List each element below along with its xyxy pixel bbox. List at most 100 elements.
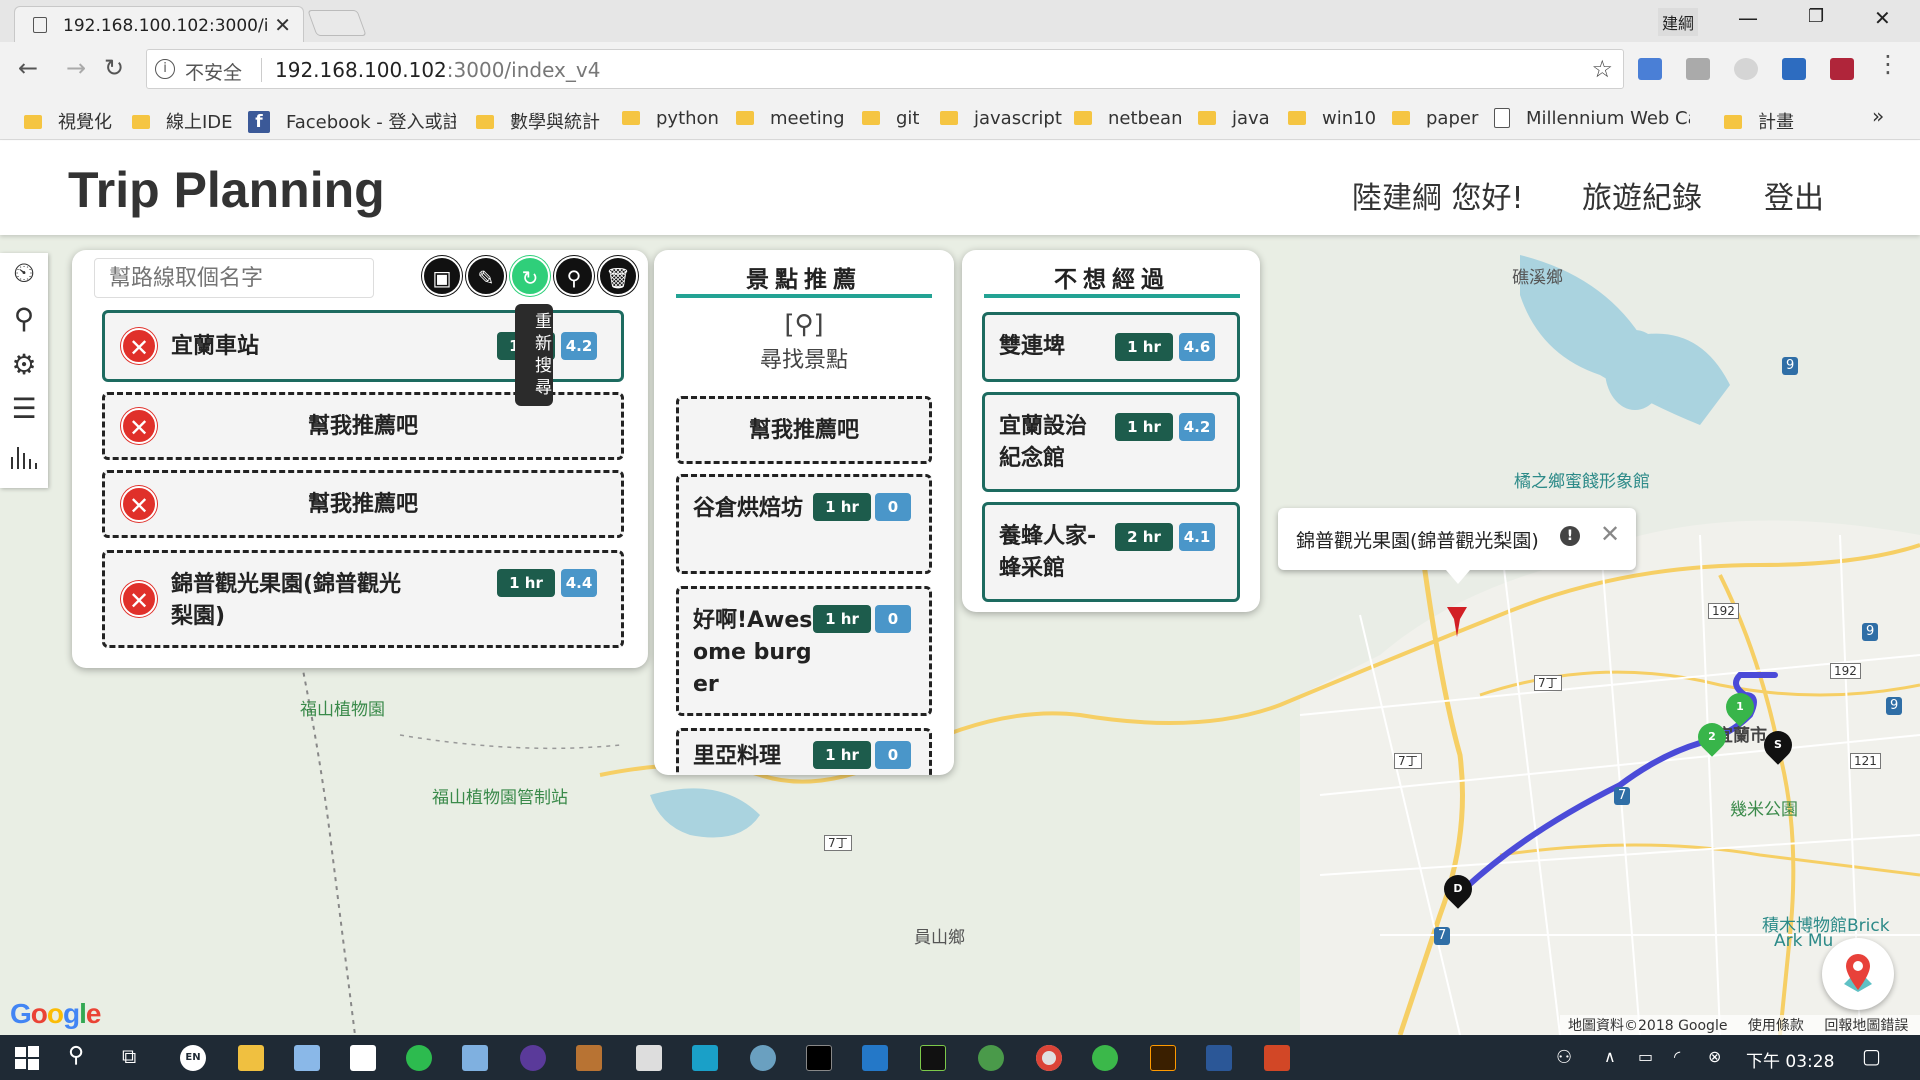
app-icon[interactable]	[462, 1045, 488, 1071]
bookmark-item[interactable]: 計畫	[1724, 108, 1794, 134]
wifi-icon[interactable]: ◜	[1674, 1047, 1680, 1066]
bookmark-item[interactable]: netbean	[1074, 108, 1182, 129]
task-view-icon[interactable]: ⧉	[122, 1044, 136, 1068]
bookmark-item[interactable]: python	[622, 108, 719, 129]
route-marker[interactable]: 1	[1720, 687, 1760, 727]
browser-tab[interactable]: 192.168.100.102:3000/i ✕	[14, 6, 304, 42]
bookmark-item[interactable]: meeting	[736, 108, 845, 129]
folder-icon	[940, 111, 958, 125]
app-icon[interactable]	[692, 1045, 718, 1071]
location-pin-button[interactable]	[1822, 938, 1894, 1010]
gear-icon[interactable]: ⚙	[8, 349, 40, 381]
bookmark-item[interactable]: 視覺化	[24, 108, 112, 134]
route-marker[interactable]: 2	[1692, 717, 1732, 757]
route-name-input[interactable]	[94, 258, 374, 298]
word-icon[interactable]	[1206, 1045, 1232, 1071]
recommend-item-card[interactable]: 谷倉烘焙坊 1 hr 0	[676, 474, 932, 574]
forward-icon[interactable]: →	[66, 54, 86, 82]
delete-button[interactable]: 🗑	[598, 256, 638, 296]
file-explorer-icon[interactable]	[238, 1045, 264, 1071]
search-button[interactable]: ⚲	[554, 256, 594, 296]
people-icon[interactable]: ⚇	[1556, 1047, 1572, 1068]
bookmark-item[interactable]: 線上IDE	[132, 108, 233, 134]
tab-close-button[interactable]: ✕	[274, 13, 291, 37]
clock[interactable]: 下午 03:28	[1746, 1047, 1834, 1072]
chat-icon[interactable]	[1092, 1045, 1118, 1071]
nav-history-link[interactable]: 旅遊紀錄	[1582, 173, 1702, 217]
map-pin-icon[interactable]: ⚲	[8, 303, 40, 335]
remove-stop-button[interactable]: ✕	[121, 581, 157, 617]
infowindow-close-button[interactable]: ✕	[1600, 520, 1620, 548]
route-stop-card[interactable]: ✕ 幫我推薦吧	[102, 470, 624, 538]
language-icon[interactable]: EN	[180, 1045, 206, 1071]
bookmark-item[interactable]: git	[862, 108, 919, 129]
app-brand[interactable]: Trip Planning	[68, 161, 385, 219]
notification-icon[interactable]: ▢	[1862, 1044, 1881, 1068]
search-icon[interactable]: ⚲	[68, 1043, 84, 1068]
profile-button[interactable]: 建綱	[1658, 8, 1699, 36]
remove-stop-button[interactable]: ✕	[121, 328, 157, 364]
refresh-button[interactable]: ↻	[510, 256, 550, 296]
report-error-link[interactable]: 回報地圖錯誤	[1824, 1018, 1908, 1034]
bookmark-item[interactable]: java	[1198, 108, 1270, 129]
list-icon[interactable]: ☰	[8, 393, 40, 425]
pycharm-icon[interactable]	[920, 1045, 946, 1071]
chevron-up-icon[interactable]: ∧	[1604, 1047, 1616, 1066]
recommend-item-card[interactable]: 好啊!Awesome burger 1 hr 0	[676, 586, 932, 716]
eclipse-icon[interactable]	[520, 1045, 546, 1071]
reader-extension-icon[interactable]	[1782, 58, 1806, 80]
app-icon[interactable]	[576, 1045, 602, 1071]
route-stop-card[interactable]: ✕ 錦普觀光果園(錦普觀光梨園) 1 hr 4.4	[102, 550, 624, 648]
clock-icon[interactable]: ⏲	[8, 257, 40, 289]
paint-icon[interactable]	[750, 1045, 776, 1071]
skip-item-card[interactable]: 雙連埤 1 hr 4.6	[982, 312, 1240, 382]
minimize-icon[interactable]: —	[1738, 6, 1758, 30]
bookmark-item[interactable]: f Facebook - 登入或註	[248, 108, 456, 134]
edit-button[interactable]: ✎	[466, 256, 506, 296]
bookmark-item[interactable]: Millennium Web Ca	[1494, 108, 1690, 130]
chrome-icon[interactable]	[1036, 1045, 1062, 1071]
skip-item-card[interactable]: 宜蘭設治紀念館 1 hr 4.2	[982, 392, 1240, 492]
maximize-icon[interactable]: ❐	[1808, 6, 1824, 27]
recommend-me-card[interactable]: 幫我推薦吧	[676, 396, 932, 464]
illustrator-icon[interactable]	[1150, 1045, 1176, 1071]
bar-chart-icon[interactable]	[8, 439, 40, 471]
back-icon[interactable]: ←	[18, 54, 38, 82]
reload-icon[interactable]: ↻	[104, 54, 124, 82]
more-bookmarks-icon[interactable]: »	[1872, 104, 1884, 128]
bookmark-item[interactable]: javascript	[940, 108, 1062, 129]
recommend-item-card[interactable]: 里亞料理 1 hr 0	[676, 728, 932, 775]
bookmark-item[interactable]: win10	[1288, 108, 1376, 129]
bookmark-star-icon[interactable]: ☆	[1591, 55, 1613, 83]
info-icon[interactable]: i	[155, 59, 175, 79]
battery-icon[interactable]: ▭	[1638, 1047, 1653, 1066]
browser-menu-icon[interactable]: ⋮	[1876, 50, 1900, 78]
save-button[interactable]: ▣	[422, 256, 462, 296]
extension-icon[interactable]	[1734, 58, 1758, 80]
volume-icon[interactable]: ⊗	[1708, 1047, 1721, 1066]
calculator-icon[interactable]	[636, 1045, 662, 1071]
windows-start-icon[interactable]	[14, 1045, 40, 1071]
app-icon[interactable]	[978, 1045, 1004, 1071]
terminal-icon[interactable]	[806, 1045, 832, 1071]
bookmark-item[interactable]: paper	[1392, 108, 1478, 129]
find-spot-button[interactable]: [⚲] 尋找景點	[654, 310, 954, 374]
skip-item-card[interactable]: 養蜂人家-蜂采館 2 hr 4.1	[982, 502, 1240, 602]
new-tab-button[interactable]	[307, 10, 367, 36]
mendeley-extension-icon[interactable]	[1830, 58, 1854, 80]
terms-link[interactable]: 使用條款	[1748, 1018, 1804, 1034]
bookmark-item[interactable]: 數學與統計	[476, 108, 600, 134]
close-window-icon[interactable]: ✕	[1874, 6, 1891, 30]
route-marker[interactable]: S	[1758, 725, 1798, 765]
address-bar[interactable]: i 不安全 192.168.100.102:3000/index_v4 ☆	[146, 49, 1624, 89]
translate-extension-icon[interactable]	[1638, 58, 1662, 80]
route-marker[interactable]: D	[1438, 869, 1478, 909]
nav-logout-link[interactable]: 登出	[1764, 173, 1824, 217]
powerpoint-icon[interactable]	[1264, 1045, 1290, 1071]
sticky-notes-icon[interactable]	[350, 1045, 376, 1071]
vscode-icon[interactable]	[862, 1045, 888, 1071]
extension-icon[interactable]	[1686, 58, 1710, 80]
app-icon[interactable]	[294, 1045, 320, 1071]
address-url[interactable]: 192.168.100.102:3000/index_v4	[275, 58, 600, 82]
line-icon[interactable]	[406, 1045, 432, 1071]
